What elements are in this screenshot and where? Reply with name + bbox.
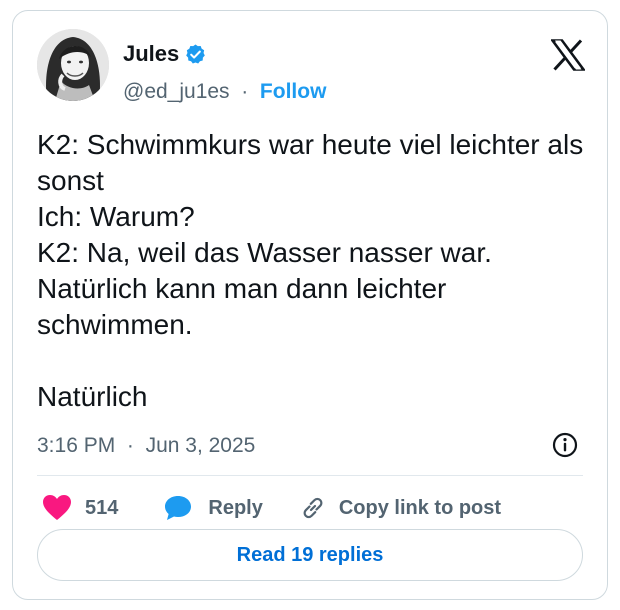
verified-badge-icon xyxy=(186,43,206,64)
info-icon[interactable] xyxy=(551,431,579,459)
read-replies-button[interactable]: Read 19 replies xyxy=(37,529,583,581)
x-logo-icon[interactable] xyxy=(551,39,585,71)
author-handle-row: @ed_ju1es · Follow xyxy=(123,79,326,105)
reply-label: Reply xyxy=(208,497,263,519)
tweet-text: K2: Schwimmkurs war heute viel leichter … xyxy=(37,129,584,412)
author-handle[interactable]: @ed_ju1es xyxy=(123,80,230,103)
heart-icon xyxy=(43,495,71,520)
avatar[interactable] xyxy=(37,29,109,101)
follow-button[interactable]: Follow xyxy=(260,80,327,103)
meta-separator: · xyxy=(121,434,140,457)
reply-bubble-icon xyxy=(165,496,192,520)
tweet-card: Jules @ed_ju1es · Follow K2: Schwimmkurs… xyxy=(12,10,608,600)
tweet-time: 3:16 PM xyxy=(37,434,116,457)
avatar-photo-icon xyxy=(37,29,109,101)
author-name-row: Jules xyxy=(123,41,207,67)
copy-link-button[interactable]: Copy link to post xyxy=(299,494,501,522)
link-icon xyxy=(303,497,323,519)
copy-link-label: Copy link to post xyxy=(338,497,502,519)
divider xyxy=(37,475,583,476)
reply-button[interactable]: Reply xyxy=(164,495,263,521)
action-bar: 514 Reply Copy link to post xyxy=(43,493,501,523)
handle-separator: · xyxy=(235,80,255,103)
like-count: 514 xyxy=(85,497,119,519)
tweet-timestamp[interactable]: 3:16 PM · Jun 3, 2025 xyxy=(37,433,255,459)
tweet-date: Jun 3, 2025 xyxy=(145,434,256,457)
like-button[interactable]: 514 xyxy=(43,495,118,521)
author-display-name[interactable]: Jules xyxy=(123,41,179,67)
